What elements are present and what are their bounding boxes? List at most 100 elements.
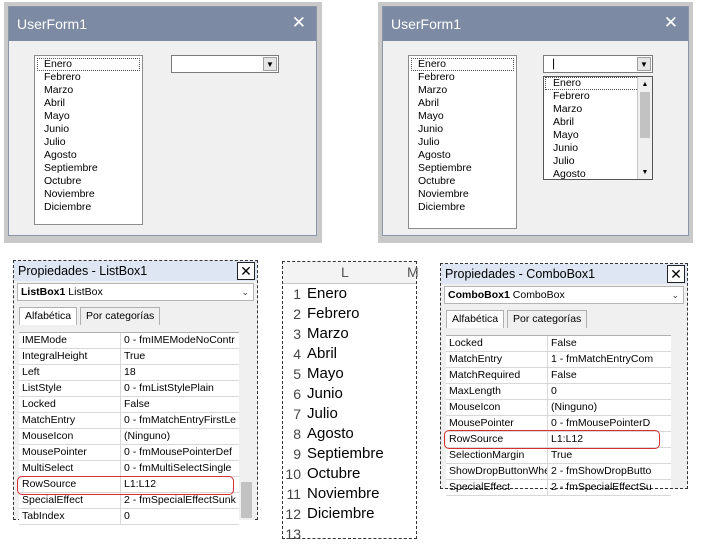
sheet-cell[interactable]: Octubre: [307, 465, 360, 482]
scroll-down-icon[interactable]: ▼: [640, 166, 650, 178]
property-value[interactable]: 2 - fmSpecialEffectSunk: [121, 493, 239, 508]
list-item[interactable]: Noviembre: [35, 188, 142, 201]
property-value[interactable]: 0 - fmListStylePlain: [121, 381, 239, 396]
property-value[interactable]: (Ninguno): [121, 429, 239, 444]
list-item[interactable]: Agosto: [409, 149, 516, 162]
dropdown-scrollbar[interactable]: ▲ ▼: [637, 77, 652, 179]
sheet-cell[interactable]: Mayo: [307, 365, 344, 382]
userform-right-titlebar[interactable]: UserForm1 ✕: [383, 7, 688, 41]
dropdown-item[interactable]: Agosto: [544, 168, 652, 181]
tab-por-categorias[interactable]: Por categorías: [80, 307, 161, 325]
row-number[interactable]: 13: [283, 526, 303, 542]
row-number[interactable]: 8: [283, 426, 303, 442]
property-row[interactable]: MaxLength 0: [446, 384, 671, 400]
sheet-cell[interactable]: Enero: [307, 285, 347, 302]
list-item[interactable]: Agosto: [35, 149, 142, 162]
sheet-cell[interactable]: Agosto: [307, 425, 354, 442]
property-row[interactable]: Left 18: [19, 365, 239, 381]
property-row[interactable]: ListStyle 0 - fmListStylePlain: [19, 381, 239, 397]
tab-alfabetica[interactable]: Alfabética: [19, 307, 78, 325]
sheet-cell[interactable]: Julio: [307, 405, 338, 422]
row-number[interactable]: 12: [283, 506, 303, 522]
chevron-down-icon[interactable]: ▼: [263, 57, 277, 71]
property-value[interactable]: 0 - fmMatchEntryFirstLe: [121, 413, 239, 428]
property-value[interactable]: 1 - fmMatchEntryCom: [548, 352, 671, 367]
property-row[interactable]: Locked False: [19, 397, 239, 413]
property-value[interactable]: 0 - fmMultiSelectSingle: [121, 461, 239, 476]
dropdown-item[interactable]: Junio: [544, 142, 652, 155]
combobox-months[interactable]: ▼: [171, 55, 279, 73]
property-value[interactable]: 2 - fmShowDropButto: [548, 464, 671, 479]
row-number[interactable]: 3: [283, 326, 303, 342]
property-value[interactable]: False: [548, 368, 671, 383]
sheet-cell[interactable]: Junio: [307, 385, 343, 402]
property-row[interactable]: TabIndex 0: [19, 509, 239, 525]
close-icon[interactable]: ✕: [664, 13, 678, 33]
property-row[interactable]: IntegralHeight True: [19, 349, 239, 365]
list-item[interactable]: Abril: [409, 97, 516, 110]
sheet-cell[interactable]: Abril: [307, 345, 337, 362]
row-number[interactable]: 4: [283, 346, 303, 362]
list-item[interactable]: Diciembre: [409, 201, 516, 214]
close-icon[interactable]: ✕: [237, 262, 255, 280]
list-item[interactable]: Julio: [35, 136, 142, 149]
property-row[interactable]: MouseIcon (Ninguno): [19, 429, 239, 445]
chevron-down-icon[interactable]: ▼: [637, 57, 651, 71]
property-value[interactable]: 0 - fmMousePointerDef: [121, 445, 239, 460]
dropdown-item[interactable]: Mayo: [544, 129, 652, 142]
properties-scrollbar[interactable]: [671, 335, 686, 488]
listbox-months[interactable]: Enero Febrero Marzo Abril Mayo Junio Julio Agos…: [34, 55, 143, 225]
list-item[interactable]: Septiembre: [35, 162, 142, 175]
row-number[interactable]: 11: [283, 486, 303, 502]
property-value[interactable]: 18: [121, 365, 239, 380]
properties-grid[interactable]: Locked False MatchEntry 1 - fmMatchEntryCom…: [446, 335, 671, 496]
list-item[interactable]: Noviembre: [409, 188, 516, 201]
property-row[interactable]: Locked False: [446, 336, 671, 352]
property-row[interactable]: MatchEntry 0 - fmMatchEntryFirstLe: [19, 413, 239, 429]
tab-por-categorias[interactable]: Por categorías: [507, 310, 588, 328]
property-value[interactable]: True: [121, 349, 239, 364]
row-number[interactable]: 5: [283, 366, 303, 382]
dropdown-item[interactable]: Enero: [545, 77, 651, 90]
list-item[interactable]: Abril: [35, 97, 142, 110]
property-row[interactable]: SpecialEffect 2 - fmSpecialEffectSu: [446, 480, 671, 496]
chevron-down-icon[interactable]: ⌄: [671, 287, 679, 303]
dropdown-item[interactable]: Abril: [544, 116, 652, 129]
sheet-cell[interactable]: Noviembre: [307, 485, 380, 502]
dropdown-item[interactable]: Febrero: [544, 90, 652, 103]
combobox-dropdown-list[interactable]: Enero Febrero Marzo Abril Mayo Junio Julio Agos…: [543, 76, 653, 180]
property-row[interactable]: IMEMode 0 - fmIMEModeNoContr: [19, 333, 239, 349]
row-number[interactable]: 2: [283, 306, 303, 322]
row-number[interactable]: 9: [283, 446, 303, 462]
property-row[interactable]: SpecialEffect 2 - fmSpecialEffectSunk: [19, 493, 239, 509]
property-value[interactable]: False: [548, 336, 671, 351]
row-number[interactable]: 10: [283, 466, 303, 482]
listbox-months[interactable]: Enero Febrero Marzo Abril Mayo Junio Julio Agos…: [408, 55, 517, 229]
property-value[interactable]: 0 - fmMousePointerD: [548, 416, 671, 431]
property-row[interactable]: MatchEntry 1 - fmMatchEntryCom: [446, 352, 671, 368]
property-row[interactable]: MouseIcon (Ninguno): [446, 400, 671, 416]
list-item[interactable]: Enero: [411, 58, 514, 71]
sheet-cell[interactable]: Febrero: [307, 305, 360, 322]
sheet-cell[interactable]: Marzo: [307, 325, 349, 342]
property-value[interactable]: 0: [548, 384, 671, 399]
chevron-down-icon[interactable]: ⌄: [241, 284, 249, 300]
row-number[interactable]: 7: [283, 406, 303, 422]
list-item[interactable]: Marzo: [35, 84, 142, 97]
tab-alfabetica[interactable]: Alfabética: [446, 310, 505, 328]
property-value[interactable]: 0 - fmIMEModeNoContr: [121, 333, 239, 348]
object-selector[interactable]: ListBox1 ListBox ⌄: [17, 283, 254, 301]
property-value[interactable]: True: [548, 448, 671, 463]
list-item[interactable]: Diciembre: [35, 201, 142, 214]
row-number[interactable]: 1: [283, 286, 303, 302]
userform-left-titlebar[interactable]: UserForm1 ✕: [9, 7, 316, 41]
close-icon[interactable]: ✕: [667, 265, 685, 283]
column-header-m[interactable]: M: [407, 264, 419, 280]
list-item[interactable]: Julio: [409, 136, 516, 149]
property-value[interactable]: (Ninguno): [548, 400, 671, 415]
property-row[interactable]: MatchRequired False: [446, 368, 671, 384]
list-item[interactable]: Mayo: [35, 110, 142, 123]
scrollbar-thumb[interactable]: [640, 92, 650, 138]
property-value[interactable]: 0: [121, 509, 239, 524]
list-item[interactable]: Mayo: [409, 110, 516, 123]
